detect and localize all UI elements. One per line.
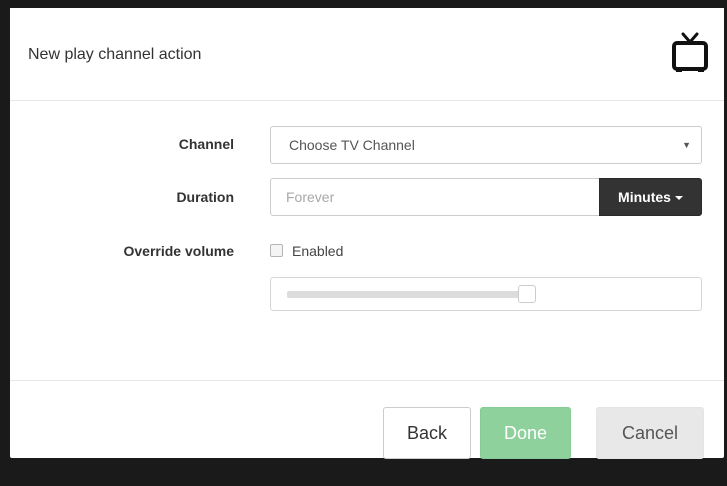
channel-select-value: Choose TV Channel (289, 137, 415, 153)
duration-input[interactable] (270, 178, 600, 216)
channel-label: Channel (178, 136, 234, 152)
units-dropdown-button[interactable]: Minutes (599, 178, 702, 216)
caret-down-icon (674, 196, 683, 201)
modal-title: New play channel action (28, 46, 202, 63)
modal-header: New play channel action (10, 8, 724, 101)
enabled-checkbox-label: Enabled (292, 243, 344, 259)
volume-slider-track[interactable] (287, 285, 536, 303)
duration-label: Duration (176, 189, 234, 205)
channel-select[interactable]: Choose TV Channel ▼ (270, 126, 702, 164)
enabled-checkbox-wrap[interactable]: Enabled (270, 243, 343, 259)
volume-slider-container (270, 277, 702, 311)
done-button[interactable]: Done (480, 407, 571, 459)
modal-footer: Back Done Cancel (10, 380, 724, 459)
enabled-checkbox[interactable] (270, 244, 283, 257)
volume-slider-handle[interactable] (518, 285, 536, 303)
new-play-channel-modal: New play channel action Channel Choose T… (10, 8, 724, 459)
cancel-button[interactable]: Cancel (596, 407, 704, 459)
override-volume-label: Override volume (123, 243, 235, 259)
tv-icon (672, 32, 708, 72)
back-button[interactable]: Back (383, 407, 471, 459)
units-label: Minutes (618, 189, 671, 205)
select-caret-icon: ▼ (682, 140, 691, 150)
